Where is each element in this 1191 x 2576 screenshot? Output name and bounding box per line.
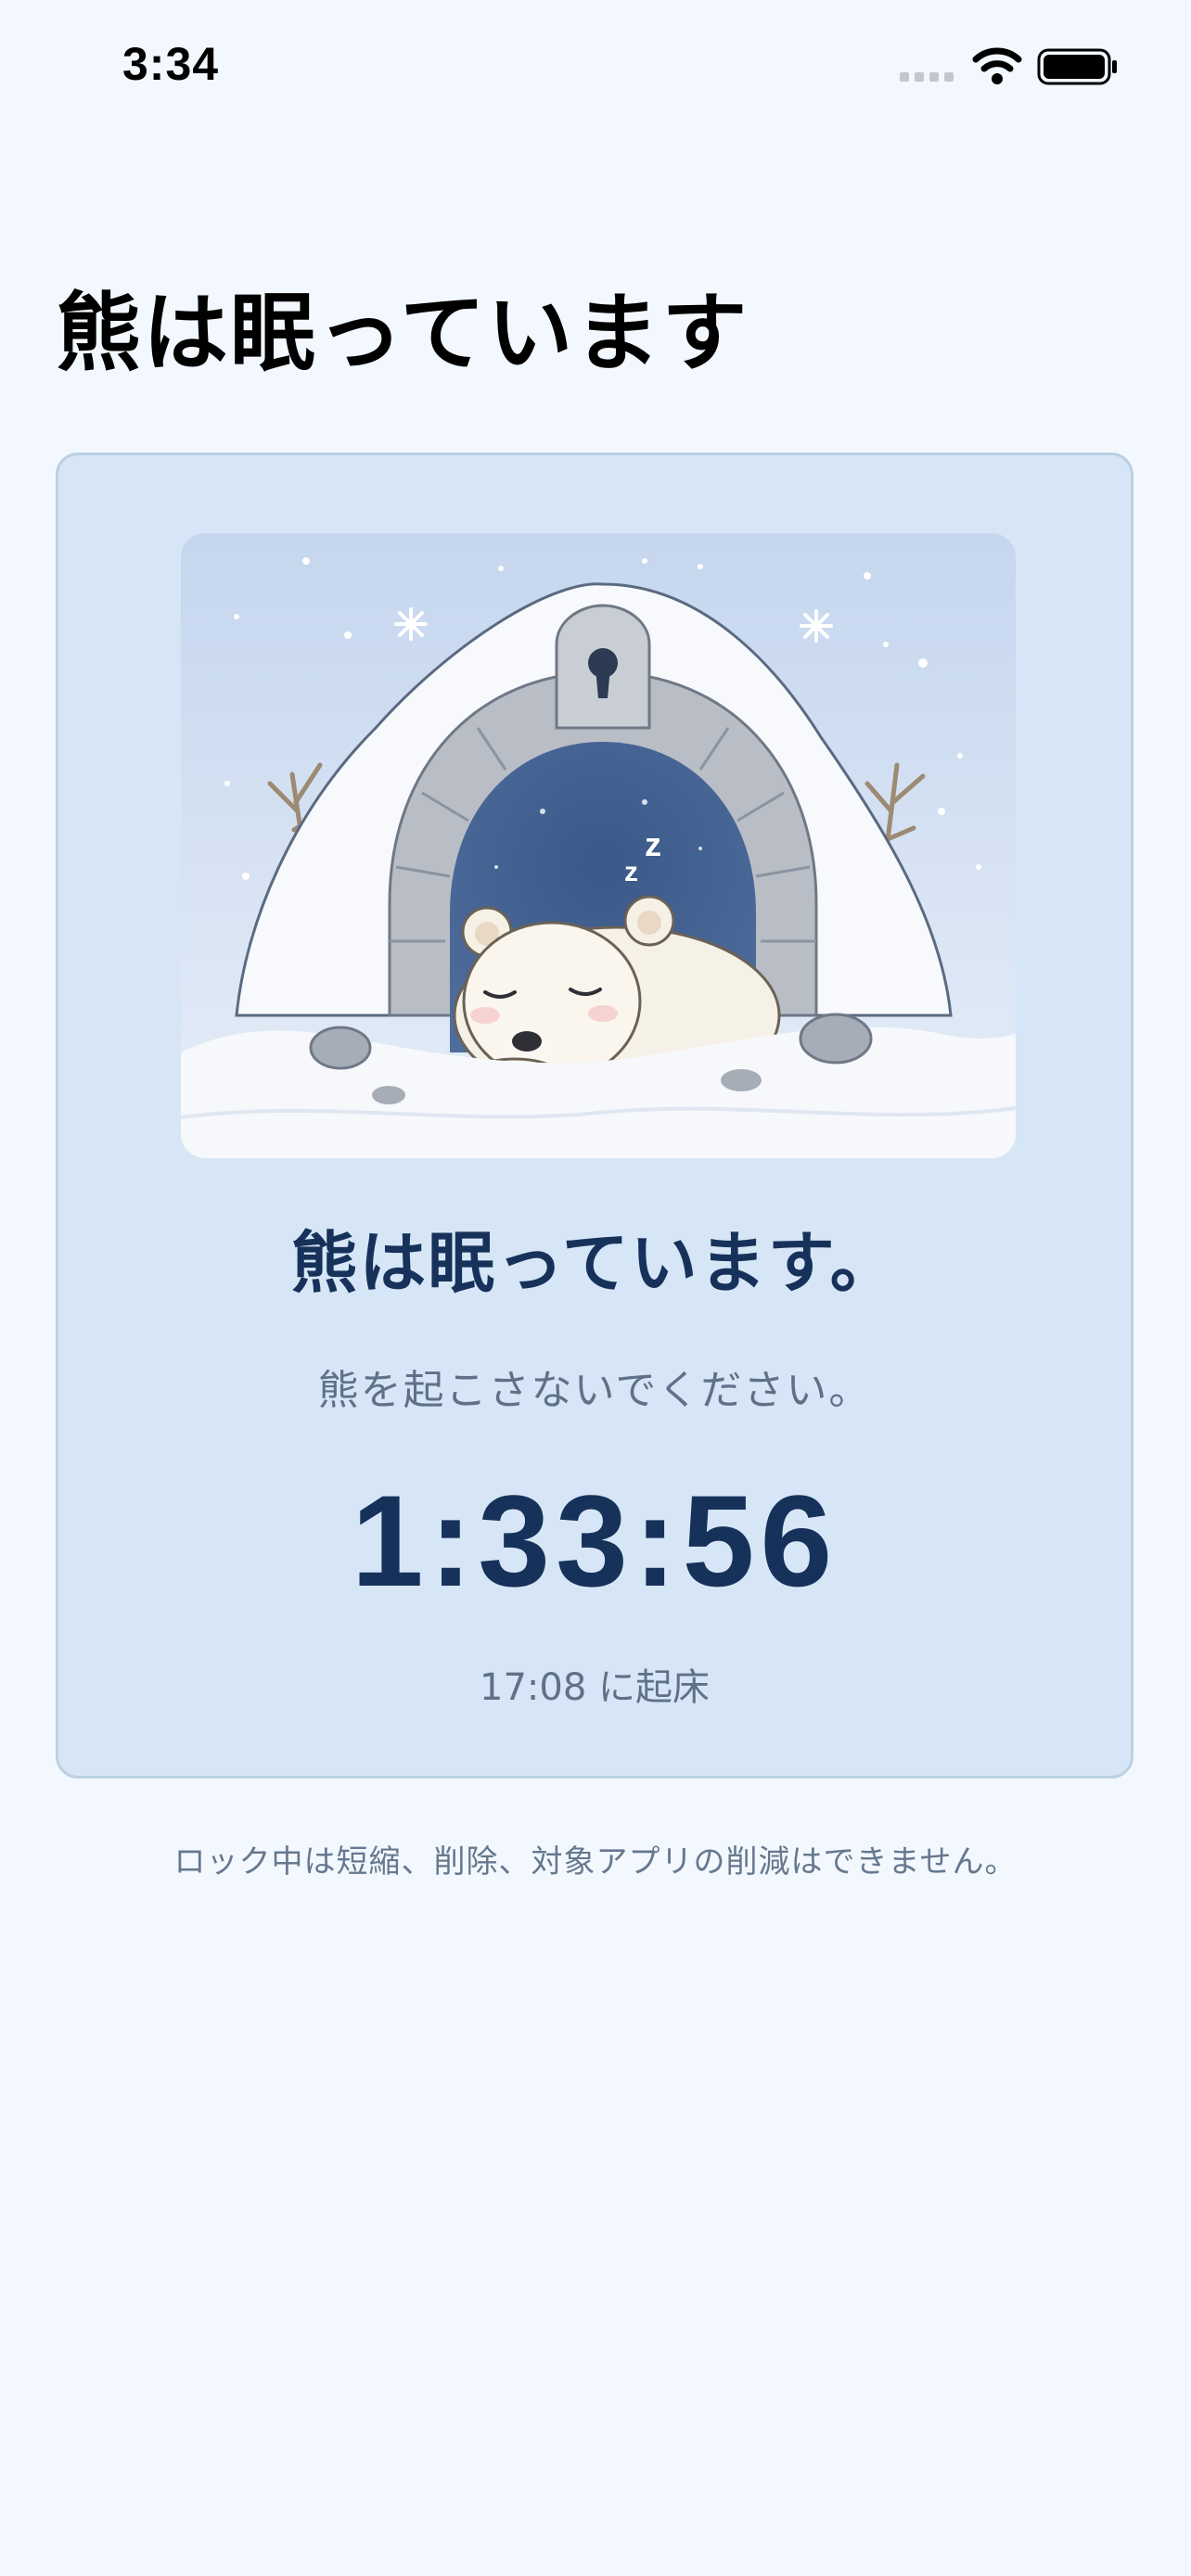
battery-icon bbox=[1037, 48, 1117, 85]
status-bar: 3:34 bbox=[0, 0, 1191, 130]
wake-time-label: 17:08 に起床 bbox=[480, 1666, 710, 1709]
lock-restriction-note: ロック中は短縮、削除、対象アプリの削減はできません。 bbox=[173, 1843, 1018, 1881]
svg-text:z: z bbox=[645, 825, 661, 863]
svg-text:z: z bbox=[624, 857, 638, 887]
page-title: 熊は眠っています bbox=[56, 284, 749, 383]
status-time: 3:34 bbox=[122, 38, 220, 90]
cellular-signal-icon bbox=[900, 72, 954, 82]
sleeping-bear-illustration: z z bbox=[181, 533, 1016, 1158]
sleep-status-card: z z 熊は眠っています。 熊を起こさないでください。 1:33:56 17:0… bbox=[56, 453, 1133, 1779]
countdown-timer: 1:33:56 bbox=[351, 1468, 839, 1613]
wifi-icon bbox=[972, 47, 1022, 84]
sleep-subtitle: 熊を起こさないでください。 bbox=[317, 1367, 872, 1414]
sleep-headline: 熊は眠っています。 bbox=[290, 1224, 899, 1302]
